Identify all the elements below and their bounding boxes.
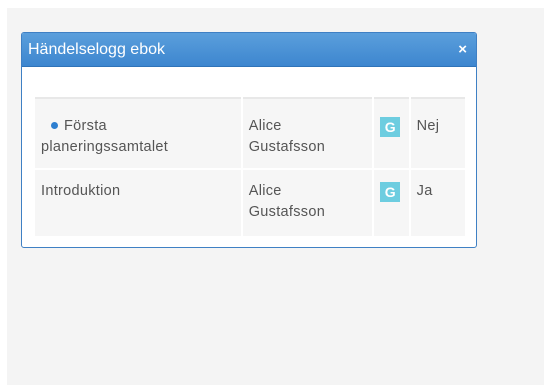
user-cell: Alice Gustafsson (242, 168, 373, 236)
status-dot-icon (51, 121, 58, 129)
user-cell: Alice Gustafsson (242, 99, 373, 168)
table-row[interactable]: Introduktion Alice Gustafsson G Ja (35, 168, 465, 236)
user-last-name: Gustafsson (248, 204, 326, 220)
grade-cell: G (374, 99, 409, 168)
table-row[interactable]: Första planeringssamtalet Alice Gustafss… (35, 99, 465, 168)
user-first-name: Alice (248, 183, 282, 199)
event-name-line2: planeringssamtalet (41, 139, 169, 155)
close-icon[interactable]: × (458, 41, 467, 58)
user-last-name: Gustafsson (248, 139, 326, 155)
answer-cell: Nej (410, 99, 465, 168)
grade-badge: G (380, 117, 401, 137)
user-first-name: Alice (248, 118, 282, 134)
event-name-cell: Första planeringssamtalet (35, 99, 241, 168)
event-name-cell: Introduktion (35, 168, 241, 236)
dialog-titlebar: Händelselogg ebok × (22, 33, 476, 67)
event-name-line1: Första (64, 118, 107, 134)
event-name-line1: Introduktion (41, 183, 121, 199)
grade-badge: G (380, 182, 401, 202)
event-log-dialog: Händelselogg ebok × Första planeringssam… (21, 32, 477, 248)
grade-cell: G (374, 168, 409, 236)
answer-cell: Ja (410, 168, 465, 236)
dialog-title: Händelselogg ebok (28, 41, 165, 58)
event-log-table: Första planeringssamtalet Alice Gustafss… (33, 97, 467, 236)
